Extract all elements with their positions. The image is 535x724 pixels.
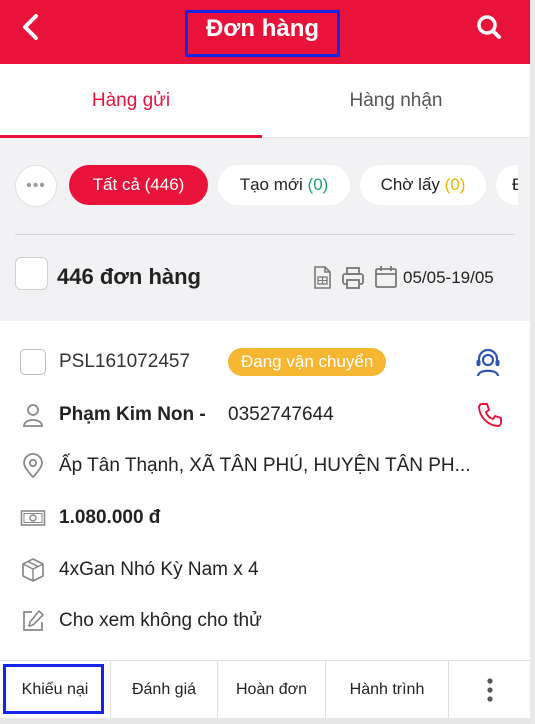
select-all-checkbox[interactable] [15, 257, 48, 290]
print-icon[interactable] [341, 266, 365, 290]
app-screen: Đơn hàng Hàng gửi Hàng nhận ••• Tất cả (… [0, 0, 530, 724]
next-card-edge [0, 718, 530, 724]
product-description: 4xGan Nhó Kỳ Nam x 4 [59, 559, 259, 580]
tab-received-label: Hàng nhận [349, 90, 443, 111]
order-checkbox[interactable] [20, 349, 46, 375]
search-icon [477, 15, 501, 39]
return-order-button[interactable]: Hoàn đơn [218, 661, 326, 719]
chip-count: (0) [307, 175, 329, 194]
divider [15, 234, 515, 235]
product-row: 4xGan Nhó Kỳ Nam x 4 [0, 550, 530, 590]
rate-button[interactable]: Đánh giá [111, 661, 218, 719]
tab-sent-label: Hàng gửi [91, 90, 171, 111]
order-header-row: PSL161072457 Đang vận chuyển [0, 342, 530, 382]
chip-count: (446) [144, 175, 185, 194]
chip-count: (0) [444, 175, 466, 194]
edit-note-icon [23, 610, 44, 631]
back-button[interactable] [16, 12, 46, 42]
order-count: 446 đơn hàng [57, 264, 201, 289]
customer-row: Phạm Kim Non - 0352747644 [0, 395, 530, 435]
chip-label: Tất cả [92, 175, 140, 194]
page-title: Đơn hàng [205, 15, 320, 42]
status-badge: Đang vận chuyển [228, 348, 387, 376]
journey-label: Hành trình [349, 681, 425, 698]
package-icon [22, 558, 44, 582]
filter-section: ••• Tất cả (446) Tạo mới (0) Chờ lấy (0)… [0, 138, 530, 321]
return-label: Hoàn đơn [236, 681, 307, 698]
phone-icon[interactable] [476, 401, 504, 429]
note-row: Cho xem không cho thử [0, 601, 530, 641]
customer-name: Phạm Kim Non - [59, 404, 206, 425]
user-icon [23, 404, 43, 427]
more-vertical-icon [486, 678, 493, 702]
rate-label: Đánh giá [131, 681, 197, 698]
header-bar: Đơn hàng [0, 0, 530, 64]
chevron-left-icon [23, 14, 38, 40]
journey-button[interactable]: Hành trình [326, 661, 449, 719]
chip-label: Đ [512, 175, 518, 195]
filter-chip-partial[interactable]: Đ [496, 165, 518, 205]
support-agent-icon[interactable] [472, 346, 504, 378]
amount-row: 1.080.000 đ [0, 498, 530, 538]
order-card[interactable]: PSL161072457 Đang vận chuyển Phạm Kim No… [0, 321, 530, 661]
tab-bar: Hàng gửi Hàng nhận [0, 64, 530, 138]
calendar-icon[interactable] [374, 265, 398, 289]
cod-amount: 1.080.000 đ [59, 507, 161, 528]
address-row: Ấp Tân Thạnh, XÃ TÂN PHÚ, HUYỆN TÂN PH..… [0, 446, 530, 486]
chip-label: Tạo mới [239, 175, 303, 194]
chip-label: Chờ lấy [380, 175, 440, 194]
order-action-bar: Khiếu nại Đánh giá Hoàn đơn Hành trình [0, 660, 530, 719]
customer-phone: 0352747644 [228, 404, 334, 425]
order-code: PSL161072457 [59, 351, 191, 372]
filter-chip-waiting[interactable]: Chờ lấy (0) [360, 165, 486, 205]
more-dots-icon: ••• [26, 177, 46, 194]
complaint-highlight [3, 664, 104, 714]
more-actions-button[interactable] [449, 661, 530, 719]
page-title-box: Đơn hàng [185, 10, 340, 57]
delivery-address: Ấp Tân Thạnh, XÃ TÂN PHÚ, HUYỆN TÂN PH..… [59, 455, 471, 476]
tab-sent-goods[interactable]: Hàng gửi [0, 64, 262, 138]
search-button[interactable] [472, 10, 506, 44]
excel-export-icon[interactable] [312, 266, 332, 290]
location-pin-icon [23, 453, 43, 479]
cash-icon [20, 510, 46, 526]
filter-chip-all[interactable]: Tất cả (446) [69, 165, 208, 205]
more-filters-button[interactable]: ••• [15, 165, 57, 207]
scrollbar-track [530, 0, 535, 724]
delivery-note: Cho xem không cho thử [59, 610, 262, 631]
date-range[interactable]: 05/05-19/05 [403, 268, 494, 288]
tab-received-goods[interactable]: Hàng nhận [262, 64, 530, 138]
filter-chip-new[interactable]: Tạo mới (0) [218, 165, 350, 205]
